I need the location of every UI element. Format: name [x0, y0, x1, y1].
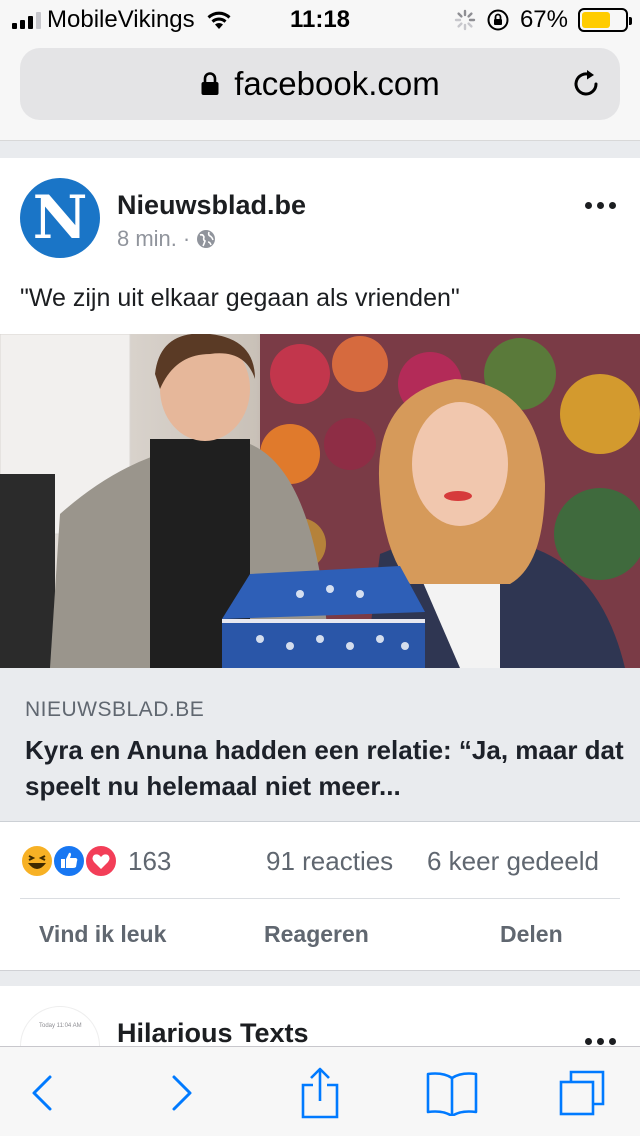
- status-bar: MobileVikings 11:18 67%: [0, 0, 640, 40]
- haha-icon: [20, 844, 54, 878]
- reload-icon[interactable]: [568, 66, 604, 102]
- tabs-icon: [559, 1070, 605, 1116]
- link-preview[interactable]: NIEUWSBLAD.BE Kyra en Anuna hadden een r…: [0, 668, 640, 822]
- share-button[interactable]: Delen: [500, 921, 563, 948]
- avatar-letter: N: [32, 183, 88, 253]
- back-button[interactable]: [12, 1067, 72, 1119]
- page-avatar-next[interactable]: Today 11:04 AM: [20, 1006, 100, 1046]
- feed-post: N Nieuwsblad.be 8 min. · "We zijn uit el…: [0, 158, 640, 970]
- comment-button[interactable]: Reageren: [264, 921, 369, 948]
- tabs-button[interactable]: [552, 1067, 612, 1119]
- comments-count[interactable]: 91 reacties: [266, 846, 393, 877]
- share-sheet-button[interactable]: [290, 1067, 350, 1119]
- bookmarks-icon: [426, 1072, 478, 1116]
- wifi-icon: [207, 11, 231, 29]
- post-timestamp[interactable]: 8 min.: [117, 226, 177, 252]
- activity-spinner-icon: [454, 9, 476, 31]
- meta-separator: ·: [182, 226, 191, 251]
- back-chevron-icon: [32, 1075, 52, 1111]
- globe-icon: [197, 230, 216, 248]
- shares-count[interactable]: 6 keer gedeeld: [427, 846, 599, 877]
- like-icon: [52, 844, 86, 878]
- photo-two-women-with-award: [0, 334, 640, 668]
- reactions-summary[interactable]: 163 91 reacties 6 keer gedeeld: [0, 822, 640, 898]
- love-icon: [84, 844, 118, 878]
- forward-chevron-icon: [172, 1075, 192, 1111]
- forward-button[interactable]: [152, 1067, 212, 1119]
- link-domain: NIEUWSBLAD.BE: [25, 698, 205, 721]
- post-options-button[interactable]: [585, 202, 616, 209]
- like-button[interactable]: Vind ik leuk: [39, 921, 166, 948]
- post-actions: Vind ik leuk Reageren Delen: [0, 899, 640, 970]
- url-text: facebook.com: [234, 65, 440, 102]
- carrier-name: MobileVikings: [47, 6, 195, 33]
- feed-top-separator: [0, 140, 640, 158]
- battery-percentage: 67%: [519, 6, 568, 33]
- next-post-page-name[interactable]: Hilarious Texts: [117, 1018, 309, 1046]
- share-icon: [301, 1067, 339, 1119]
- bookmarks-button[interactable]: [422, 1067, 482, 1119]
- avatar-thumbnail-text: Today 11:04 AM: [39, 1023, 82, 1029]
- reaction-count[interactable]: 163: [128, 846, 171, 877]
- address-content: facebook.com: [20, 48, 620, 120]
- feed-post-next: Today 11:04 AM Hilarious Texts: [0, 986, 640, 1046]
- cellular-signal-icon: [12, 11, 41, 29]
- battery-icon: [578, 8, 632, 32]
- address-bar[interactable]: facebook.com: [20, 48, 620, 120]
- rotation-lock-icon: [487, 9, 509, 31]
- status-right: 67%: [454, 6, 632, 34]
- post-image[interactable]: [0, 334, 640, 668]
- post-page-name[interactable]: Nieuwsblad.be: [117, 190, 306, 221]
- next-post-options-button[interactable]: [585, 1038, 616, 1045]
- post-meta: 8 min. ·: [117, 226, 216, 252]
- status-left: MobileVikings: [12, 6, 233, 34]
- battery-level: [582, 12, 611, 28]
- browser-toolbar: [0, 1046, 640, 1136]
- lock-icon: [201, 72, 219, 95]
- page-avatar[interactable]: N: [20, 178, 100, 258]
- post-text: "We zijn uit elkaar gegaan als vrienden": [20, 284, 460, 312]
- reaction-icons: [20, 844, 120, 878]
- feed-separator: [0, 970, 640, 986]
- link-title: Kyra en Anuna hadden een relatie: “Ja, m…: [25, 735, 624, 801]
